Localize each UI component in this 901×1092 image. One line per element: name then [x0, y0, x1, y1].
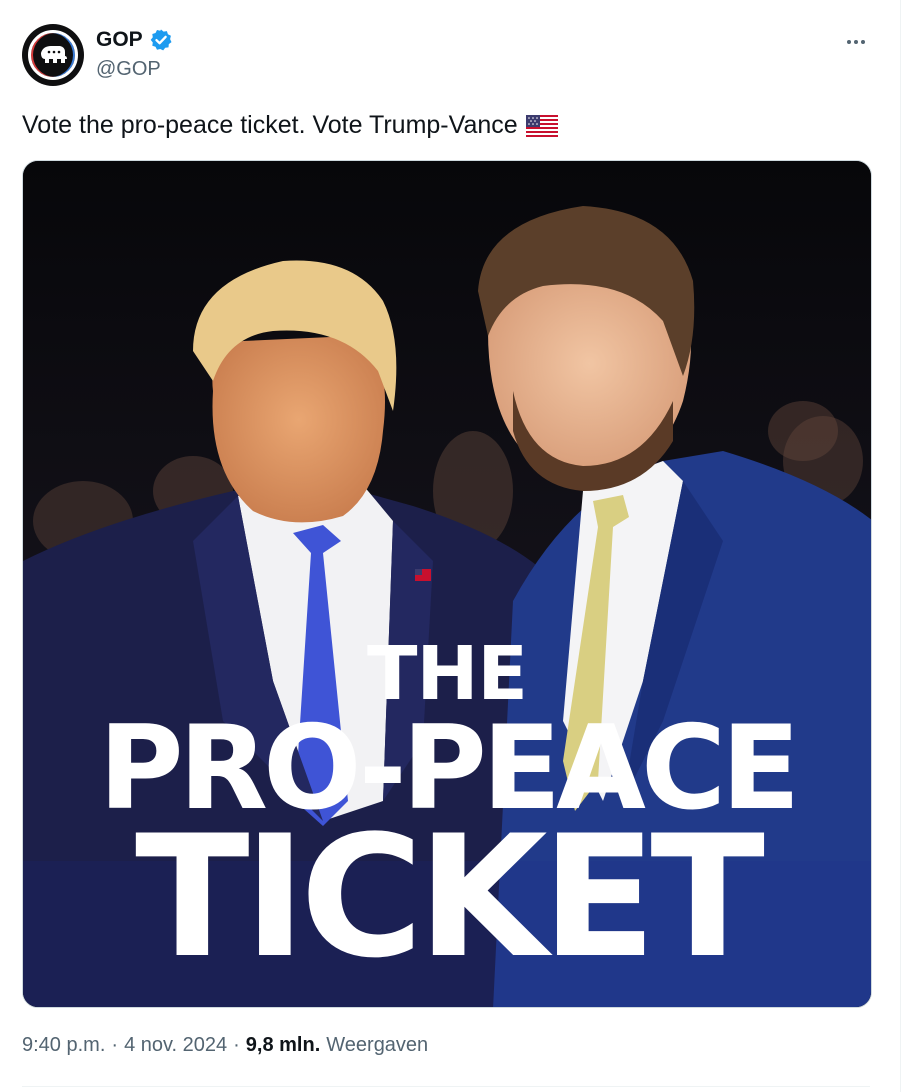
meta-separator: · — [233, 1034, 240, 1056]
meta-separator: · — [111, 1034, 119, 1056]
author-display-name[interactable]: GOP — [96, 28, 143, 52]
tweet-body: Vote the pro-peace ticket. Vote Trump-Va… — [22, 111, 518, 139]
avatar[interactable] — [22, 24, 84, 86]
author-name-row: GOP — [96, 28, 173, 52]
tweet-card: GOP @GOP Vote the pro-peace ticket. Vote… — [0, 0, 901, 1092]
views-count: 9,8 mln. — [245, 1034, 321, 1056]
us-flag-icon — [525, 114, 558, 137]
author-handle[interactable]: @GOP — [96, 58, 161, 81]
tweet-meta: 9:40 p.m. · 4 nov. 2024 · 9,8 mln. Weerg… — [22, 1034, 428, 1057]
tweet-time[interactable]: 9:40 p.m. — [22, 1034, 105, 1057]
overlay-line-ticket: TICKET — [135, 799, 765, 995]
tweet-text: Vote the pro-peace ticket. Vote Trump-Va… — [22, 110, 558, 140]
divider — [22, 1086, 870, 1087]
verified-badge-icon[interactable] — [149, 28, 173, 52]
gop-elephant-logo-icon — [28, 30, 78, 80]
tweet-date[interactable]: 4 nov. 2024 — [124, 1034, 227, 1057]
views-label: Weergaven — [326, 1034, 429, 1056]
tweet-media-image[interactable]: THE PRO-PEACE TICKET — [22, 160, 872, 1008]
more-options-icon[interactable] — [838, 24, 874, 60]
